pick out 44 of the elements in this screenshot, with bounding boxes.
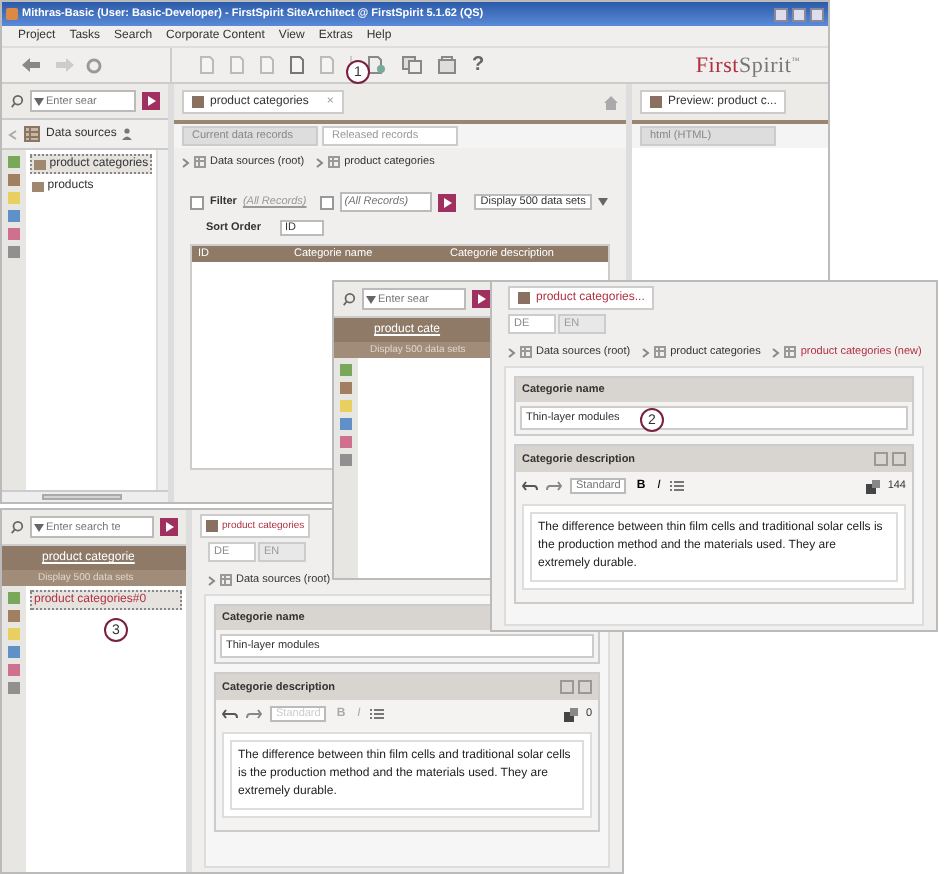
play-icon <box>477 294 485 304</box>
search-icon <box>10 520 24 534</box>
grid-icon <box>24 126 40 142</box>
document-icon[interactable] <box>368 56 386 74</box>
search-icon <box>10 94 24 108</box>
chevron-icon <box>182 157 190 167</box>
app-icon <box>6 8 18 20</box>
chevron-icon <box>772 347 781 357</box>
go-button[interactable] <box>160 518 178 536</box>
redo-icon[interactable] <box>546 480 562 492</box>
maximize-button[interactable] <box>792 7 806 21</box>
undo-icon[interactable] <box>522 480 538 492</box>
chevron-icon <box>508 347 516 357</box>
minimize-button[interactable] <box>774 7 788 21</box>
refresh-icon[interactable] <box>86 57 102 73</box>
user-icon <box>122 128 133 140</box>
copy-icon[interactable] <box>402 56 422 74</box>
counter-icon <box>563 707 578 721</box>
go-button[interactable] <box>142 92 160 110</box>
chevron-icon <box>208 575 216 585</box>
play-icon <box>147 96 155 106</box>
collapse-icon[interactable] <box>8 129 18 139</box>
caret-icon[interactable] <box>34 523 44 531</box>
chevron-icon <box>642 347 651 357</box>
caret-icon[interactable] <box>597 198 608 206</box>
go-button[interactable] <box>472 290 490 308</box>
back-icon[interactable] <box>22 58 42 72</box>
chevron-icon <box>316 157 325 167</box>
close-button[interactable] <box>810 7 824 21</box>
caret-icon[interactable] <box>366 295 376 303</box>
home-icon[interactable] <box>604 95 618 109</box>
scrollbar-thumb[interactable] <box>42 494 122 500</box>
help-button[interactable]: ? <box>472 54 485 76</box>
scrollbar[interactable] <box>156 150 168 490</box>
counter-icon <box>865 479 880 493</box>
checkbox[interactable] <box>190 195 204 209</box>
search-icon <box>342 292 356 306</box>
go-button[interactable] <box>438 193 457 211</box>
checkbox[interactable] <box>320 195 335 209</box>
caret-icon[interactable] <box>34 97 44 105</box>
play-icon <box>165 522 173 532</box>
play-icon <box>443 197 452 207</box>
list-icon[interactable] <box>670 480 685 492</box>
forward-icon[interactable] <box>54 58 74 72</box>
